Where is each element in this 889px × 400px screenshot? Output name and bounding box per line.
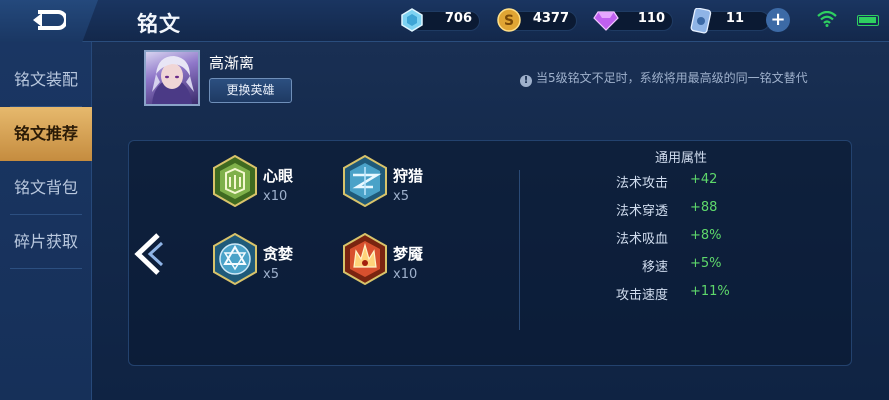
attribute-row: 法术穿透 +88 bbox=[560, 200, 780, 219]
ticket-balance: 11 bbox=[690, 8, 770, 34]
rune-hunt-icon bbox=[343, 155, 387, 207]
attribute-label: 法术吸血 bbox=[615, 232, 668, 247]
svg-text:S: S bbox=[504, 13, 514, 29]
gold-coin-icon: S bbox=[497, 8, 521, 32]
hero-avatar[interactable] bbox=[144, 50, 200, 106]
attribute-label: 法术穿透 bbox=[615, 204, 668, 219]
notice-text: 当5级铭文不足时，系统将用最高级的同一铭文替代 bbox=[536, 71, 808, 85]
attribute-row: 移速 +5% bbox=[560, 256, 780, 275]
panel-divider bbox=[519, 170, 520, 330]
rune-name: 心眼 bbox=[263, 167, 294, 185]
rune-count: x5 bbox=[393, 189, 409, 204]
gem-balance: 110 bbox=[593, 9, 673, 33]
rune-item[interactable]: 狩猎 x5 bbox=[342, 155, 512, 215]
attribute-value: +42 bbox=[690, 172, 718, 187]
rune-count: x10 bbox=[263, 189, 288, 204]
gold-value: 4377 bbox=[532, 11, 569, 26]
card-icon bbox=[690, 8, 712, 34]
info-icon: ! bbox=[520, 75, 532, 87]
sidebar-item-fragment-obtain[interactable]: 碎片获取 bbox=[0, 215, 92, 269]
ticket-value: 11 bbox=[725, 11, 744, 26]
diamond-value: 706 bbox=[444, 11, 472, 26]
attribute-value: +8% bbox=[690, 228, 722, 243]
attribute-value: +5% bbox=[690, 256, 722, 271]
change-hero-button[interactable]: 更换英雄 bbox=[209, 78, 292, 103]
attribute-label: 攻击速度 bbox=[615, 288, 668, 303]
top-bar: 铭文 706 S 4377 110 11 + bbox=[0, 0, 889, 42]
back-arrow-icon bbox=[33, 10, 66, 30]
attribute-row: 攻击速度 +11% bbox=[560, 284, 780, 303]
sidebar-item-label: 铭文背包 bbox=[13, 178, 78, 197]
sidebar-item-label: 铭文推荐 bbox=[13, 124, 78, 143]
rune-count: x5 bbox=[263, 267, 279, 282]
add-currency-button[interactable]: + bbox=[766, 8, 790, 32]
previous-arrow-icon[interactable] bbox=[134, 233, 164, 275]
sidebar: 铭文装配 铭文推荐 铭文背包 碎片获取 bbox=[0, 42, 92, 400]
hero-name: 高渐离 bbox=[209, 54, 255, 72]
rune-heart-eye-icon bbox=[213, 155, 257, 207]
attribute-value: +88 bbox=[690, 200, 718, 215]
rune-substitution-notice: ! 当5级铭文不足时，系统将用最高级的同一铭文替代 bbox=[520, 69, 808, 87]
sidebar-item-label: 铭文装配 bbox=[13, 70, 78, 89]
hero-portrait-icon bbox=[152, 56, 194, 104]
attribute-value: +11% bbox=[690, 284, 730, 299]
sidebar-item-label: 碎片获取 bbox=[13, 232, 78, 251]
attributes-title: 通用属性 bbox=[655, 151, 708, 166]
gold-balance: S 4377 bbox=[497, 8, 577, 33]
rune-count: x10 bbox=[393, 267, 418, 282]
battery-icon bbox=[857, 15, 879, 26]
sidebar-item-rune-equip[interactable]: 铭文装配 bbox=[0, 53, 92, 107]
purple-gem-icon bbox=[593, 11, 619, 31]
attribute-label: 移速 bbox=[641, 260, 668, 275]
sidebar-item-rune-recommend[interactable]: 铭文推荐 bbox=[0, 107, 92, 161]
attribute-row: 法术攻击 +42 bbox=[560, 172, 780, 191]
diamond-icon bbox=[401, 8, 423, 32]
rune-name: 狩猎 bbox=[393, 167, 424, 185]
back-button[interactable] bbox=[0, 0, 98, 42]
gem-value: 110 bbox=[637, 11, 665, 26]
rune-item[interactable]: 梦魇 x10 bbox=[342, 233, 512, 293]
diamond-balance: 706 bbox=[400, 8, 480, 33]
attribute-row: 法术吸血 +8% bbox=[560, 228, 780, 247]
rune-greed-icon bbox=[213, 233, 257, 285]
attribute-label: 法术攻击 bbox=[615, 176, 668, 191]
rune-name: 梦魇 bbox=[393, 245, 424, 263]
page-title: 铭文 bbox=[137, 12, 181, 36]
sidebar-item-rune-backpack[interactable]: 铭文背包 bbox=[0, 161, 92, 215]
wifi-icon bbox=[817, 11, 837, 27]
rune-nightmare-icon bbox=[343, 233, 387, 285]
rune-name: 贪婪 bbox=[263, 245, 294, 263]
